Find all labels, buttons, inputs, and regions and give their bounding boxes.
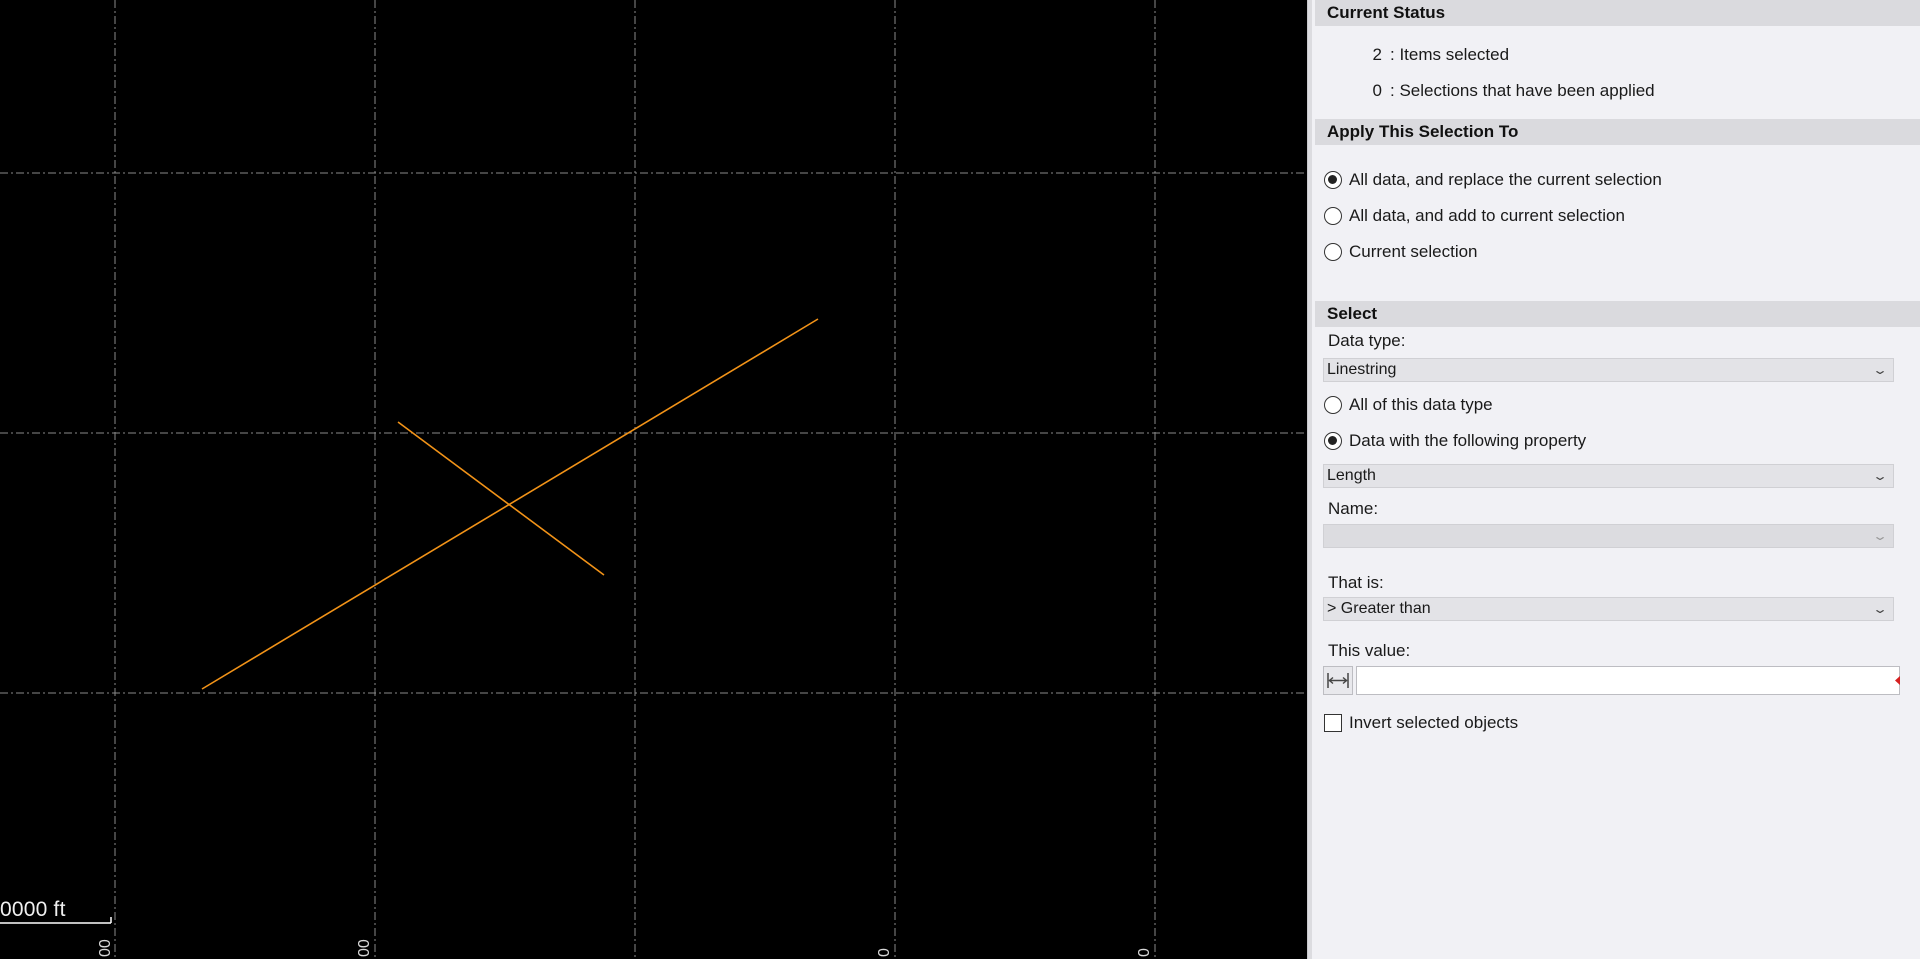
axis-tick-label: 0 bbox=[876, 948, 893, 957]
map-viewport[interactable]: 0000 ft 00 00 0 0 bbox=[0, 0, 1307, 959]
axis-tick-label: 00 bbox=[356, 939, 373, 957]
grid-lines bbox=[0, 0, 1307, 959]
length-unit-button[interactable] bbox=[1323, 666, 1353, 695]
scale-label: 0000 ft bbox=[0, 898, 66, 921]
value-input-row bbox=[1323, 666, 1900, 696]
radio-button[interactable] bbox=[1324, 243, 1342, 261]
axis-tick-label: 00 bbox=[97, 939, 114, 957]
data-type-value: Linestring bbox=[1327, 361, 1397, 378]
name-label: Name: bbox=[1328, 499, 1379, 518]
select-header: Select bbox=[1315, 301, 1920, 327]
apply-selection-header: Apply This Selection To bbox=[1315, 119, 1920, 145]
radio-label: All data, and replace the current select… bbox=[1349, 170, 1662, 189]
measure-length-icon bbox=[1327, 673, 1349, 688]
value-input[interactable] bbox=[1356, 666, 1900, 695]
data-with-property-option[interactable]: Data with the following property bbox=[1324, 430, 1586, 452]
current-status-header: Current Status bbox=[1315, 0, 1920, 26]
comparison-value: > Greater than bbox=[1327, 600, 1431, 617]
chevron-down-icon: ⌄ bbox=[1871, 529, 1889, 543]
that-is-label: That is: bbox=[1328, 573, 1384, 592]
radio-label: All of this data type bbox=[1349, 395, 1493, 414]
invert-label: Invert selected objects bbox=[1349, 713, 1519, 732]
items-selected-label: : Items selected bbox=[1390, 45, 1510, 64]
apply-current-selection-option[interactable]: Current selection bbox=[1324, 241, 1478, 263]
chevron-down-icon: ⌄ bbox=[1871, 469, 1889, 483]
this-value-label: This value: bbox=[1328, 641, 1411, 660]
chevron-down-icon: ⌄ bbox=[1871, 363, 1889, 377]
radio-button[interactable] bbox=[1324, 396, 1342, 414]
property-dropdown[interactable]: Length ⌄ bbox=[1323, 464, 1894, 488]
items-selected-count: 2 bbox=[1372, 45, 1382, 64]
selections-applied-label: : Selections that have been applied bbox=[1390, 81, 1655, 100]
invert-checkbox[interactable] bbox=[1324, 714, 1342, 732]
selection-panel: Current Status 2 : Items selected 0 : Se… bbox=[1312, 0, 1920, 959]
axis-tick-label: 0 bbox=[1136, 948, 1153, 957]
radio-label: Data with the following property bbox=[1349, 431, 1587, 450]
selections-applied-count: 0 bbox=[1372, 81, 1382, 100]
drawing-canvas[interactable] bbox=[0, 0, 1307, 959]
radio-label: All data, and add to current selection bbox=[1349, 206, 1625, 225]
radio-button[interactable] bbox=[1324, 207, 1342, 225]
name-dropdown: ⌄ bbox=[1323, 524, 1894, 548]
apply-replace-option[interactable]: All data, and replace the current select… bbox=[1324, 169, 1662, 191]
property-value: Length bbox=[1327, 467, 1376, 484]
linestring-long[interactable] bbox=[201, 318, 819, 690]
radio-button[interactable] bbox=[1324, 171, 1342, 189]
all-of-data-type-option[interactable]: All of this data type bbox=[1324, 394, 1493, 416]
data-type-dropdown[interactable]: Linestring ⌄ bbox=[1323, 358, 1894, 382]
chevron-down-icon: ⌄ bbox=[1871, 602, 1889, 616]
radio-button[interactable] bbox=[1324, 432, 1342, 450]
radio-label: Current selection bbox=[1349, 242, 1478, 261]
comparison-dropdown[interactable]: > Greater than ⌄ bbox=[1323, 597, 1894, 621]
data-type-label: Data type: bbox=[1328, 331, 1406, 350]
apply-add-option[interactable]: All data, and add to current selection bbox=[1324, 205, 1625, 227]
invert-selection-option[interactable]: Invert selected objects bbox=[1324, 712, 1518, 734]
